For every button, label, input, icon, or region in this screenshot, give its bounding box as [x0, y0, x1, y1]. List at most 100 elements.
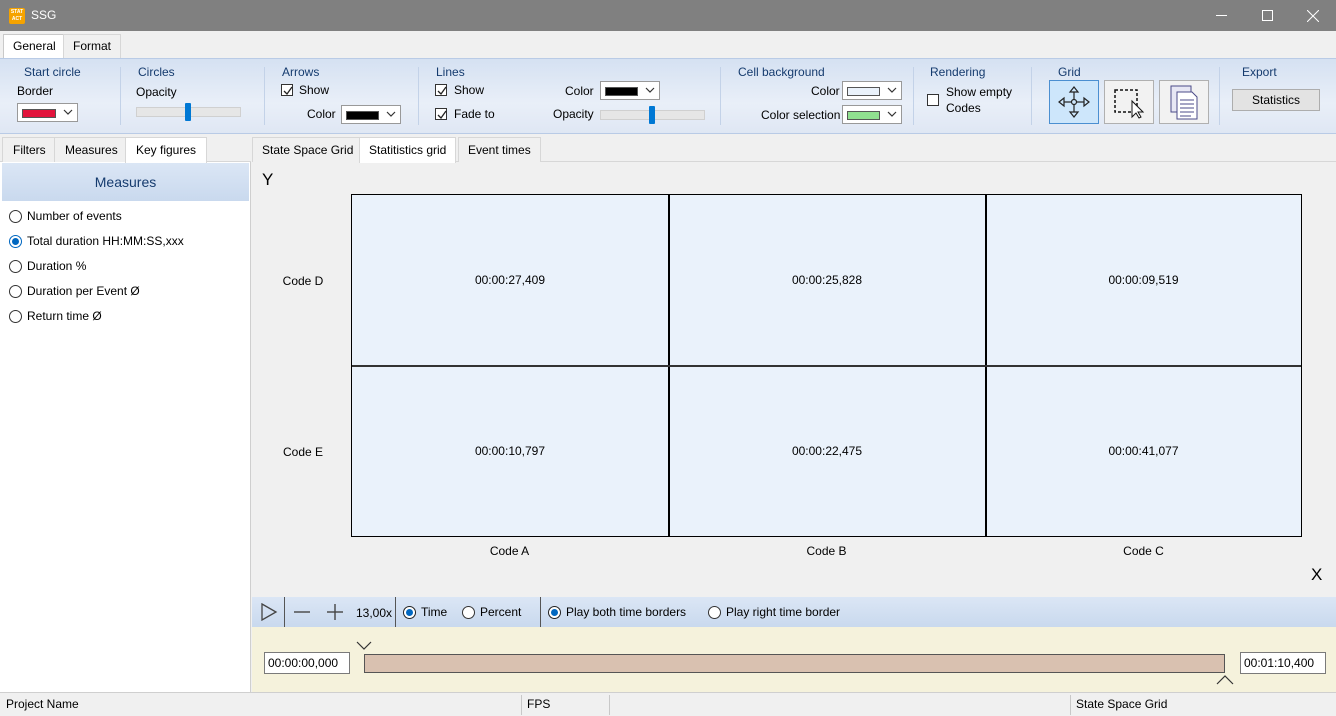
- play-both-borders-label: Play both time borders: [566, 605, 687, 619]
- cell-color-picker[interactable]: [842, 81, 902, 100]
- group-title-lines: Lines: [436, 65, 465, 79]
- radio-button[interactable]: [9, 259, 22, 273]
- group-title-arrows: Arrows: [282, 65, 320, 79]
- group-title-cell-background: Cell background: [738, 65, 825, 79]
- grid-cell-d-c[interactable]: 00:00:09,519: [986, 195, 1301, 365]
- cell-selection-color-picker[interactable]: [842, 105, 902, 124]
- measure-option-duration-per-event[interactable]: Duration per Event Ø: [9, 283, 140, 299]
- app-logo-icon: STAT ACT: [9, 8, 25, 24]
- group-divider: [720, 67, 721, 125]
- play-right-border-option[interactable]: Play right time border: [708, 604, 840, 620]
- group-divider: [418, 67, 419, 125]
- end-marker-handle[interactable]: [1216, 674, 1234, 685]
- close-button[interactable]: [1290, 0, 1336, 31]
- minimize-button[interactable]: [1198, 0, 1244, 31]
- arrows-show-label: Show: [299, 83, 330, 97]
- left-tabs: Filters Measures Key figures: [0, 134, 251, 163]
- zoom-in-button[interactable]: [326, 603, 344, 621]
- measure-option-label: Duration per Event Ø: [27, 284, 140, 298]
- radio-button[interactable]: [708, 605, 721, 619]
- radio-button-selected[interactable]: [548, 605, 561, 619]
- lines-color-swatch: [605, 87, 638, 96]
- lines-show-checkbox[interactable]: [435, 84, 447, 96]
- grid-cell-e-b[interactable]: 00:00:22,475: [669, 366, 985, 536]
- tab-state-space-grid[interactable]: State Space Grid: [252, 137, 364, 162]
- status-fps: FPS: [527, 697, 551, 711]
- slider-thumb[interactable]: [185, 103, 191, 121]
- mode-percent-option[interactable]: Percent: [462, 604, 521, 620]
- measure-option-number-of-events[interactable]: Number of events: [9, 208, 122, 224]
- measure-option-duration-percent[interactable]: Duration %: [9, 258, 86, 274]
- measure-option-label: Total duration HH:MM:SS,xxx: [27, 234, 184, 248]
- group-divider: [264, 67, 265, 125]
- grid-cell-e-c[interactable]: 00:00:41,077: [986, 366, 1301, 536]
- circles-opacity-slider[interactable]: [136, 103, 241, 121]
- radio-button-selected[interactable]: [403, 605, 416, 619]
- mode-time-option[interactable]: Time: [403, 604, 447, 620]
- tab-key-figures[interactable]: Key figures: [125, 137, 208, 163]
- zoom-out-button[interactable]: [293, 605, 311, 619]
- maximize-button[interactable]: [1244, 0, 1290, 31]
- tab-measures[interactable]: Measures: [54, 137, 129, 162]
- checkmark-icon: [437, 86, 447, 96]
- chevron-down-icon: [386, 111, 396, 117]
- status-divider: [1070, 695, 1071, 715]
- show-empty-codes-label-line1: Show empty: [946, 85, 1013, 99]
- grid-copy-button[interactable]: [1159, 80, 1209, 124]
- timeline-start-field[interactable]: 00:00:00,000: [264, 652, 350, 674]
- start-marker-handle[interactable]: [356, 641, 372, 651]
- radio-button[interactable]: [9, 309, 22, 323]
- statistics-button[interactable]: Statistics: [1232, 89, 1320, 111]
- tab-filters[interactable]: Filters: [2, 137, 57, 162]
- timeline-range-bar[interactable]: [364, 654, 1225, 673]
- show-empty-codes-checkbox[interactable]: [927, 94, 939, 106]
- lines-color-label: Color: [565, 84, 594, 98]
- arrows-show-checkbox[interactable]: [281, 84, 293, 96]
- status-project-name: Project Name: [6, 697, 79, 711]
- grid-cell-e-a[interactable]: 00:00:10,797: [352, 366, 668, 536]
- grid-move-button[interactable]: [1049, 80, 1099, 124]
- lines-color-picker[interactable]: [600, 81, 660, 100]
- lines-opacity-slider[interactable]: [600, 106, 705, 124]
- measure-option-label: Duration %: [27, 259, 87, 273]
- timeline-end-field[interactable]: 00:01:10,400: [1240, 652, 1326, 674]
- measure-option-label: Return time Ø: [27, 309, 102, 323]
- arrows-color-picker[interactable]: [341, 105, 401, 124]
- row-label-code-e: Code E: [282, 445, 324, 459]
- play-button[interactable]: [260, 603, 278, 621]
- radio-button[interactable]: [9, 284, 22, 298]
- checkmark-icon: [437, 110, 447, 120]
- tab-format[interactable]: Format: [63, 34, 122, 58]
- tab-event-times[interactable]: Event times: [458, 137, 541, 162]
- tab-statistics-grid[interactable]: Statitistics grid: [359, 137, 457, 163]
- slider-thumb[interactable]: [649, 106, 655, 124]
- grid-cell-d-b[interactable]: 00:00:25,828: [669, 195, 985, 365]
- minimize-icon: [1215, 15, 1227, 16]
- tab-general[interactable]: General: [3, 34, 66, 58]
- measure-option-total-duration[interactable]: Total duration HH:MM:SS,xxx: [9, 233, 184, 249]
- radio-button-selected[interactable]: [9, 234, 22, 248]
- radio-button[interactable]: [9, 209, 22, 223]
- group-divider: [120, 67, 121, 125]
- mode-percent-label: Percent: [480, 605, 522, 619]
- toolbar-divider: [540, 597, 541, 627]
- border-color-picker[interactable]: [17, 103, 78, 122]
- cell-color-label: Color: [811, 84, 840, 98]
- ribbon-tabs: General Format: [0, 31, 1336, 58]
- arrows-color-label: Color: [307, 107, 336, 121]
- lines-fade-checkbox[interactable]: [435, 108, 447, 120]
- radio-button[interactable]: [462, 605, 475, 619]
- row-label-code-d: Code D: [282, 274, 324, 288]
- toolbar-divider: [284, 597, 285, 627]
- grid-divider: [352, 365, 1301, 367]
- play-both-borders-option[interactable]: Play both time borders: [548, 604, 686, 620]
- arrows-color-swatch: [346, 111, 379, 120]
- toolbar-divider: [395, 597, 396, 627]
- grid-cell-d-a[interactable]: 00:00:27,409: [352, 195, 668, 365]
- timeline-panel: 00:00:00,000 00:01:10,400: [252, 627, 1336, 692]
- play-right-border-label: Play right time border: [726, 605, 841, 619]
- measure-option-return-time[interactable]: Return time Ø: [9, 308, 102, 324]
- checkmark-icon: [283, 86, 293, 96]
- group-title-circles: Circles: [138, 65, 175, 79]
- grid-select-button[interactable]: [1104, 80, 1154, 124]
